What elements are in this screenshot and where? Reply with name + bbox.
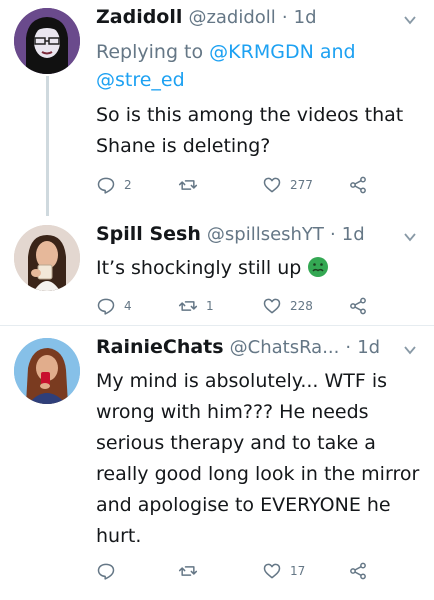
share-icon: [350, 297, 366, 315]
timestamp[interactable]: 1d: [342, 224, 365, 245]
heart-icon: [263, 563, 281, 579]
retweet-count: 1: [206, 299, 214, 313]
tweet-spill-sesh[interactable]: Spill Sesh @spillseshYT · 1d It’s shocki…: [0, 215, 434, 325]
separator-dot: ·: [329, 224, 336, 245]
chevron-down-icon[interactable]: [402, 342, 418, 358]
mention-link[interactable]: @KRMGDN: [209, 41, 314, 63]
timestamp[interactable]: 1d: [294, 7, 317, 28]
avatar-zadidoll[interactable]: [14, 8, 80, 74]
tweet-header: Zadidoll @zadidoll · 1d: [96, 6, 394, 34]
avatar-spill-sesh[interactable]: [14, 225, 80, 291]
display-name[interactable]: Spill Sesh: [96, 223, 201, 245]
reply-button[interactable]: [96, 558, 124, 584]
separator-dot: ·: [345, 337, 352, 358]
display-name[interactable]: Zadidoll: [96, 6, 182, 28]
thread-line: [46, 76, 49, 216]
reply-count: 2: [124, 178, 132, 192]
retweet-icon: [178, 566, 198, 576]
heart-icon: [263, 298, 281, 314]
share-icon: [350, 176, 366, 194]
tweet-actions: 2 277: [96, 172, 396, 198]
reply-button[interactable]: 2: [96, 172, 132, 198]
nauseated-face-emoji: [308, 257, 329, 277]
retweet-icon: [178, 180, 198, 190]
username[interactable]: @spillseshYT: [207, 224, 324, 245]
tweet-text: My mind is absolutely... WTF is wrong wi…: [96, 370, 420, 547]
timestamp[interactable]: 1d: [357, 337, 380, 358]
username[interactable]: @ChatsRa...: [230, 337, 340, 358]
heart-icon: [263, 177, 281, 193]
reply-icon: [97, 298, 115, 315]
mention-link[interactable]: @stre_ed: [96, 69, 185, 91]
tweet-text: It’s shockingly still up: [96, 257, 302, 279]
like-count: 228: [290, 299, 313, 313]
reply-count: 4: [124, 299, 132, 313]
display-name[interactable]: RainieChats: [96, 336, 224, 358]
tweet-text: So is this among the videos that Shane i…: [96, 104, 404, 157]
tweet-header: Spill Sesh @spillseshYT · 1d: [96, 223, 394, 251]
tweet-text-row: It’s shockingly still up: [96, 253, 426, 284]
reply-button[interactable]: 4: [96, 293, 132, 319]
like-button[interactable]: 228: [262, 293, 313, 319]
like-button[interactable]: 17: [262, 558, 305, 584]
retweet-button[interactable]: [178, 558, 206, 584]
retweet-button[interactable]: 1: [178, 293, 214, 319]
tweet-actions: 4 1 228: [96, 293, 396, 319]
mention-and: and: [319, 41, 356, 63]
like-count: 277: [290, 178, 313, 192]
retweet-button[interactable]: [178, 172, 206, 198]
chevron-down-icon[interactable]: [402, 12, 418, 28]
tweet-rainiechats[interactable]: RainieChats @ChatsRa... · 1d My mind is …: [0, 326, 434, 600]
replying-label: Replying to: [96, 41, 204, 63]
tweet-zadidoll[interactable]: Zadidoll @zadidoll · 1d Replying to @KRM…: [0, 0, 434, 216]
share-button[interactable]: [348, 558, 368, 584]
share-icon: [350, 562, 366, 580]
avatar-rainiechats[interactable]: [14, 338, 80, 404]
like-count: 17: [290, 564, 306, 578]
separator-dot: ·: [281, 7, 288, 28]
retweet-icon: [178, 301, 198, 311]
tweet-actions: 17: [96, 558, 396, 584]
username[interactable]: @zadidoll: [188, 7, 275, 28]
replying-to: Replying to @KRMGDN and @stre_ed: [96, 38, 426, 94]
reply-icon: [97, 177, 115, 194]
chevron-down-icon[interactable]: [402, 229, 418, 245]
reply-icon: [97, 563, 115, 580]
like-button[interactable]: 277: [262, 172, 313, 198]
tweet-header: RainieChats @ChatsRa... · 1d: [96, 336, 394, 364]
share-button[interactable]: [348, 293, 368, 319]
share-button[interactable]: [348, 172, 368, 198]
